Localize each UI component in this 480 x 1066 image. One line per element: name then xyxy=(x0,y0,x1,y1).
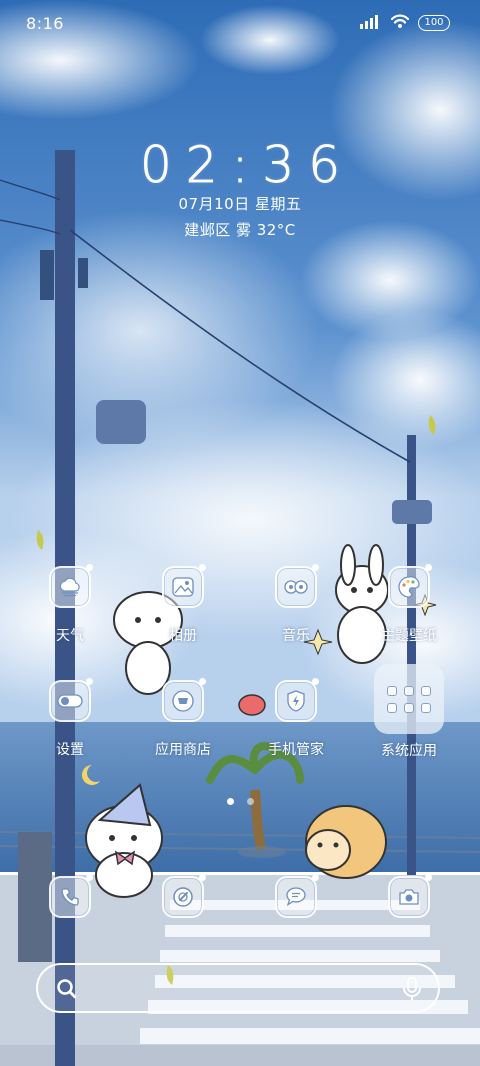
app-security[interactable]: 手机管家 xyxy=(241,678,351,759)
app-label: 音乐 xyxy=(282,628,310,644)
app-store[interactable]: 应用商店 xyxy=(128,678,238,759)
app-label: 天气 xyxy=(56,628,84,644)
status-bar: 8:16 100 xyxy=(0,0,480,48)
app-label: 应用商店 xyxy=(155,742,211,758)
dock-messages[interactable] xyxy=(241,874,351,918)
mic-icon[interactable] xyxy=(402,977,422,1005)
app-music[interactable]: 音乐 xyxy=(241,564,351,645)
browser-icon[interactable] xyxy=(162,874,206,918)
wifi-icon xyxy=(390,13,410,33)
dock-browser[interactable] xyxy=(128,874,238,918)
page-dot[interactable] xyxy=(246,798,254,805)
app-themes[interactable]: 主题壁纸 xyxy=(354,564,464,645)
folder-system-apps[interactable]: 系统应用 xyxy=(354,664,464,760)
folder-icon[interactable] xyxy=(374,664,444,734)
app-label: 设置 xyxy=(56,742,84,758)
app-store-icon[interactable] xyxy=(162,678,206,722)
app-label: 系统应用 xyxy=(381,743,437,759)
weather-icon[interactable] xyxy=(49,564,93,608)
status-time: 8:16 xyxy=(26,14,64,33)
app-gallery[interactable]: 相册 xyxy=(128,564,238,645)
dock-camera[interactable] xyxy=(354,874,464,918)
app-label: 手机管家 xyxy=(268,742,324,758)
app-weather[interactable]: 天气 xyxy=(15,564,125,645)
signal-icon xyxy=(360,14,382,33)
page-dot[interactable] xyxy=(226,798,234,805)
gallery-icon[interactable] xyxy=(162,564,206,608)
app-label: 主题壁纸 xyxy=(381,628,437,644)
settings-icon[interactable] xyxy=(49,678,93,722)
dock-phone[interactable] xyxy=(15,874,125,918)
theme-icon[interactable] xyxy=(388,564,432,608)
messages-icon[interactable] xyxy=(275,874,319,918)
security-icon[interactable] xyxy=(275,678,319,722)
clock-weather[interactable]: 建邺区 雾 32°C xyxy=(0,219,480,240)
search-icon[interactable] xyxy=(56,978,78,1004)
music-icon[interactable] xyxy=(275,564,319,608)
app-settings[interactable]: 设置 xyxy=(15,678,125,759)
app-label: 相册 xyxy=(169,628,197,644)
page-indicator[interactable] xyxy=(0,798,480,805)
status-icons: 100 xyxy=(360,13,450,33)
clock-time[interactable]: 02:36 xyxy=(0,136,480,195)
search-bar[interactable] xyxy=(36,963,440,1013)
battery-icon: 100 xyxy=(418,15,450,31)
phone-icon[interactable] xyxy=(49,874,93,918)
clock-date[interactable]: 07月10日 星期五 xyxy=(0,193,480,214)
camera-icon[interactable] xyxy=(388,874,432,918)
